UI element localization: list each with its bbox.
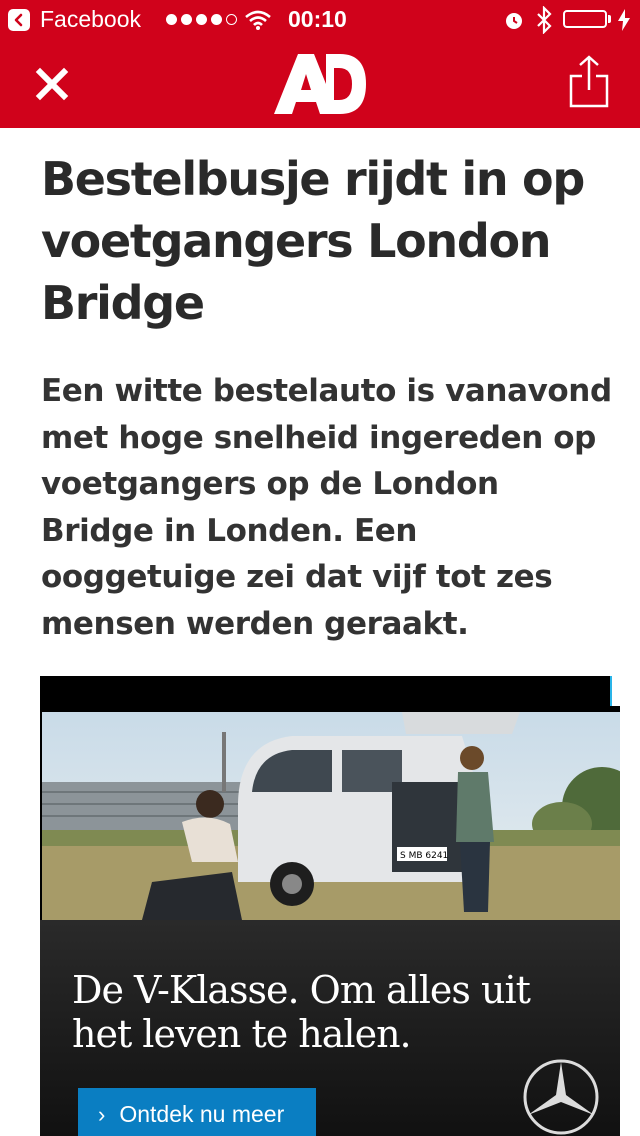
status-bar: Facebook 00:10 xyxy=(0,0,640,40)
advertisement[interactable]: S MB 6241 De V-Klasse. Om alles uit het … xyxy=(40,676,620,1136)
navigation-bar xyxy=(0,40,640,128)
ad-tagline: De V-Klasse. Om alles uit het leven te h… xyxy=(72,968,531,1056)
charging-bolt-icon xyxy=(618,9,630,31)
article-intro: Een witte bestelauto is vanavond met hog… xyxy=(41,373,612,642)
chevron-right-icon: › xyxy=(98,1102,106,1127)
signal-strength xyxy=(166,14,237,25)
battery-icon xyxy=(563,10,607,28)
back-to-app-button[interactable] xyxy=(8,9,30,31)
close-icon[interactable] xyxy=(30,62,74,106)
ad-cta-button[interactable]: › Ontdek nu meer xyxy=(78,1088,316,1136)
ad-photo-van: S MB 6241 xyxy=(42,712,620,920)
bluetooth-icon xyxy=(537,6,552,34)
ad-cta-label: Ontdek nu meer xyxy=(119,1101,285,1127)
ad-logo xyxy=(274,54,366,114)
mercedes-star-logo xyxy=(523,1059,599,1135)
alarm-icon xyxy=(506,13,522,29)
wifi-icon xyxy=(245,10,271,30)
share-icon[interactable] xyxy=(566,54,612,110)
license-plate: S MB 6241 xyxy=(400,851,448,861)
adchoices-icon[interactable] xyxy=(610,676,620,706)
article-headline: Bestelbusje rijdt in op voetgangers Lond… xyxy=(41,152,585,330)
back-app-name[interactable]: Facebook xyxy=(40,6,141,33)
clock: 00:10 xyxy=(288,6,347,32)
back-arrow-icon xyxy=(14,13,23,27)
